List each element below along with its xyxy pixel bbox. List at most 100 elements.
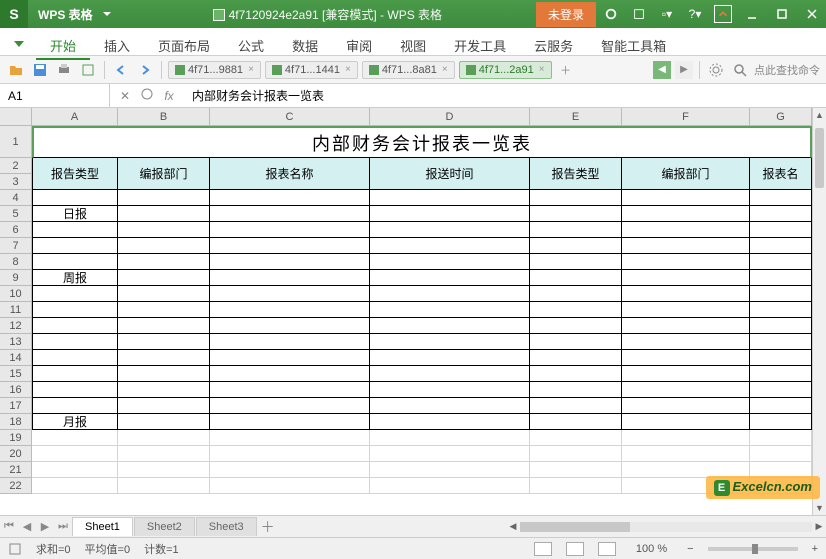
cell[interactable] [370, 366, 530, 382]
cell[interactable] [370, 462, 530, 478]
cell[interactable] [750, 334, 812, 350]
row-header-21[interactable]: 21 [0, 462, 31, 478]
ribbon-tab-1[interactable]: 插入 [90, 35, 144, 58]
scroll-down-icon[interactable]: ▼ [813, 501, 826, 515]
cell[interactable] [750, 414, 812, 430]
cell[interactable] [370, 318, 530, 334]
row-header-11[interactable]: 11 [0, 302, 31, 318]
sheet-nav-last-icon[interactable]: ⏭ [54, 520, 72, 533]
fx-icon[interactable]: fx [162, 89, 176, 103]
cell[interactable] [118, 382, 210, 398]
cell[interactable] [622, 430, 750, 446]
cell[interactable] [530, 382, 622, 398]
doc-tab-0[interactable]: 4f71...9881× [168, 61, 261, 79]
cell[interactable] [530, 318, 622, 334]
cell[interactable] [750, 430, 812, 446]
cell[interactable] [750, 318, 812, 334]
tab-nav-right-button[interactable]: ▶ [675, 61, 693, 79]
cell[interactable] [530, 478, 622, 494]
row-header-6[interactable]: 6 [0, 222, 31, 238]
sheet-tab-1[interactable]: Sheet2 [134, 517, 195, 536]
header-cell[interactable]: 编报部门 [622, 158, 750, 190]
cell[interactable] [32, 382, 118, 398]
cell[interactable] [370, 446, 530, 462]
doc-tab-3[interactable]: 4f71...2a91× [459, 61, 552, 79]
row-header-4[interactable]: 4 [0, 190, 31, 206]
sheet-tab-2[interactable]: Sheet3 [196, 517, 257, 536]
row-header-17[interactable]: 17 [0, 398, 31, 414]
horizontal-scrollbar[interactable]: ◀ ▶ [506, 520, 826, 534]
cell[interactable] [750, 254, 812, 270]
cell[interactable] [32, 478, 118, 494]
cell[interactable] [750, 206, 812, 222]
cell[interactable] [370, 398, 530, 414]
cancel-formula-icon[interactable]: ✕ [118, 89, 132, 103]
row-header-5[interactable]: 5 [0, 206, 31, 222]
cell[interactable] [210, 430, 370, 446]
zoom-slider[interactable] [708, 547, 798, 551]
cell[interactable] [530, 398, 622, 414]
row-header-10[interactable]: 10 [0, 286, 31, 302]
horizontal-scroll-thumb[interactable] [520, 522, 630, 532]
cell[interactable] [530, 286, 622, 302]
command-search-input[interactable]: 点此查找命令 [754, 62, 820, 78]
header-cell[interactable]: 报送时间 [370, 158, 530, 190]
cell[interactable] [210, 478, 370, 494]
accept-formula-icon[interactable] [140, 88, 154, 103]
add-sheet-button[interactable]: ＋ [258, 517, 278, 537]
redo-icon[interactable] [135, 60, 155, 80]
cell[interactable] [530, 254, 622, 270]
cell[interactable] [622, 270, 750, 286]
column-headers[interactable]: ABCDEFG [32, 108, 812, 126]
cell[interactable] [32, 318, 118, 334]
cell[interactable] [370, 238, 530, 254]
print-icon[interactable] [54, 60, 74, 80]
cell[interactable] [210, 222, 370, 238]
col-header-B[interactable]: B [118, 108, 210, 125]
sheet-nav-next-icon[interactable]: ▶ [36, 520, 54, 533]
cell[interactable] [118, 286, 210, 302]
cell[interactable] [530, 414, 622, 430]
maximize-button[interactable] [768, 0, 796, 28]
cell[interactable] [370, 286, 530, 302]
cell[interactable]: 月报 [32, 414, 118, 430]
app-menu-dropdown-icon[interactable] [103, 12, 111, 16]
cell[interactable] [530, 238, 622, 254]
cell[interactable] [622, 366, 750, 382]
cell[interactable] [750, 398, 812, 414]
cell[interactable] [750, 366, 812, 382]
cell[interactable] [118, 478, 210, 494]
row-header-2[interactable]: 2 [0, 158, 31, 174]
cell[interactable] [118, 254, 210, 270]
cell[interactable] [118, 398, 210, 414]
vertical-scrollbar[interactable]: ▲ ▼ [812, 108, 826, 515]
cell[interactable] [118, 462, 210, 478]
header-cell[interactable]: 报告类型 [530, 158, 622, 190]
close-button[interactable] [798, 0, 826, 28]
cell[interactable] [210, 270, 370, 286]
row-header-18[interactable]: 18 [0, 414, 31, 430]
cell[interactable] [210, 462, 370, 478]
zoom-out-button[interactable]: − [687, 543, 693, 555]
cell[interactable] [750, 222, 812, 238]
cell[interactable] [622, 446, 750, 462]
settings-icon[interactable]: ▫▾ [654, 0, 680, 28]
cell[interactable] [210, 382, 370, 398]
select-all-corner[interactable] [0, 108, 32, 126]
collapse-ribbon-icon[interactable] [714, 5, 732, 23]
open-icon[interactable] [6, 60, 26, 80]
doc-tab-1[interactable]: 4f71...1441× [265, 61, 358, 79]
cell[interactable] [210, 350, 370, 366]
cell[interactable] [118, 238, 210, 254]
scroll-right-icon[interactable]: ▶ [812, 521, 826, 532]
status-mode-icon[interactable] [8, 542, 22, 556]
cell[interactable] [118, 222, 210, 238]
cell[interactable] [750, 350, 812, 366]
close-tab-icon[interactable]: × [539, 64, 545, 75]
cell[interactable] [32, 366, 118, 382]
close-tab-icon[interactable]: × [248, 64, 254, 75]
cell[interactable] [32, 190, 118, 206]
cell[interactable] [530, 350, 622, 366]
ribbon-tab-8[interactable]: 云服务 [520, 35, 587, 58]
cell[interactable] [622, 334, 750, 350]
